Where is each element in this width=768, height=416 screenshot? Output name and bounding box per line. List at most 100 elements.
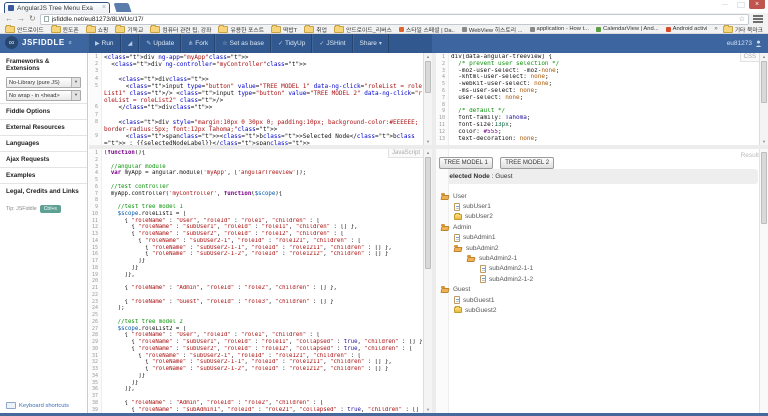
url-text[interactable]: jsfiddle.net/eu81273/8LWUc/17/	[52, 16, 736, 23]
other-bookmarks-folder[interactable]: 기타 북마크	[723, 25, 763, 34]
tree-node[interactable]: subGuest2	[441, 305, 768, 315]
tree-node-label: subAdmin2-1	[479, 255, 517, 262]
tree-node[interactable]: subAdmin1	[441, 233, 768, 243]
tree-node-label: subAdmin2-1-2	[489, 276, 533, 283]
scroll-down-icon[interactable]: ▼	[424, 138, 432, 145]
tree-node[interactable]: subAdmin2-1	[441, 253, 768, 263]
bookmark-item[interactable]: 윈도폰	[51, 25, 79, 34]
toolbar-button-run[interactable]: ▶Run	[88, 34, 121, 53]
framework-select[interactable]: No-Library (pure JS) ▾	[6, 77, 81, 88]
scroll-up-icon[interactable]: ▲	[424, 149, 432, 156]
tab-strip: AngularJS Tree Menu Exa × ×	[0, 0, 768, 13]
bookmark-item[interactable]: 안드로이드	[5, 25, 44, 34]
css-scrollbar[interactable]: ▲ ▼	[759, 53, 768, 145]
tree-node[interactable]: subUser1	[441, 201, 768, 211]
result-scrollbar[interactable]	[759, 149, 768, 413]
code-line: 1(function(){	[89, 150, 424, 157]
tree-node[interactable]: subAdmin2	[441, 243, 768, 253]
html-editor-panel[interactable]: 1<class="t">div ng-app="myApp"class="t">…	[89, 53, 432, 145]
tree-node[interactable]: subUser2	[441, 212, 768, 222]
close-button[interactable]: ×	[749, 0, 765, 9]
bookmarks-bar: 안드로이드 윈도폰 쇼핑 기독교 컴퓨터 관련 팁, 강좌 유용한 포스트 떡밥T 취업 안드로…	[0, 25, 768, 34]
tree-node[interactable]: Admin	[441, 222, 768, 232]
bookmark-item[interactable]: 쇼핑	[86, 25, 109, 34]
tree-model-1-button[interactable]: TREE MODEL 1	[439, 157, 493, 169]
sidebar-section-ajax-requests[interactable]: Ajax Requests	[0, 151, 87, 167]
scroll-thumb[interactable]	[761, 61, 767, 103]
bookmark-item[interactable]: 취업	[304, 25, 327, 34]
js-scrollbar[interactable]: ▲ ▼	[423, 149, 432, 413]
tree-node[interactable]: subGuest1	[441, 295, 768, 305]
bookmark-item[interactable]: 기독교	[115, 25, 143, 34]
toolbar-button-fork[interactable]: ⋔Fork	[181, 34, 215, 53]
keyboard-shortcuts-link[interactable]: Keyboard shortcuts	[6, 402, 69, 409]
user-menu[interactable]: eu81273	[727, 34, 762, 53]
tree-node[interactable]: User	[441, 191, 768, 201]
chrome-menu-icon[interactable]	[753, 15, 763, 23]
line-number: 35	[89, 380, 101, 387]
sidebar-section-legal-credits-and-links[interactable]: Legal, Credits and Links	[0, 183, 87, 199]
scroll-thumb[interactable]	[761, 152, 767, 224]
line-number: 5	[436, 81, 448, 88]
toolbar-button-bars[interactable]: ◢	[121, 34, 140, 53]
css-editor-panel[interactable]: CSS 1div[data-angular-treeview] {2 /* pr…	[436, 53, 768, 145]
minimize-button[interactable]	[717, 0, 733, 9]
tab-close-icon[interactable]: ×	[102, 5, 106, 11]
scroll-thumb[interactable]	[425, 157, 431, 269]
toolbar-button-share[interactable]: Share▾	[353, 34, 389, 53]
url-bar[interactable]: jsfiddle.net/eu81273/8LWUc/17/ ☆	[40, 14, 749, 25]
bookmark-star-icon[interactable]: ☆	[739, 15, 745, 23]
line-number: 33	[89, 366, 101, 373]
bookmark-item[interactable]: 유용한 포스트	[218, 25, 264, 34]
line-number: 29	[89, 339, 101, 346]
bookmark-item[interactable]: 컴퓨터 관련 팁, 강좌	[150, 25, 211, 34]
sidebar-section-examples[interactable]: Examples	[0, 167, 87, 183]
tree-node-label: subAdmin1	[463, 234, 496, 241]
scroll-down-icon[interactable]: ▼	[760, 138, 768, 145]
sidebar-section-frameworks[interactable]: Frameworks & Extensions	[0, 53, 87, 75]
sidebar-section-fiddle-options[interactable]: Fiddle Options	[0, 103, 87, 119]
js-editor-panel[interactable]: JavaScript 1(function(){2 3 //angular mo…	[89, 149, 432, 413]
code-line: 4 -khtml-user-select: none;	[436, 74, 760, 81]
bookmark-item[interactable]: CalendarView | And...	[596, 26, 659, 32]
tree-node[interactable]: Guest	[441, 285, 768, 295]
tree-node[interactable]: subAdmin2-1-2	[441, 274, 768, 284]
bookmark-item[interactable]: application - How t...	[530, 26, 590, 32]
bookmark-item[interactable]: 스타일 스페셜 | Da..	[399, 25, 455, 34]
scroll-up-icon[interactable]: ▲	[760, 53, 768, 60]
sidebar-section-languages[interactable]: Languages	[0, 135, 87, 151]
tree-model-2-button[interactable]: TREE MODEL 2	[500, 157, 554, 169]
bookmark-item[interactable]: WebView 히스토리 ...	[462, 25, 523, 34]
code-line: 26 //test tree model 2	[89, 319, 424, 326]
back-icon[interactable]: ←	[5, 14, 13, 24]
toolbar-button-update[interactable]: ✎Update	[139, 34, 181, 53]
toolbar-button-jshint[interactable]: ✓JSHint	[312, 34, 352, 53]
line-number: 9	[89, 133, 101, 145]
new-tab-button[interactable]	[114, 3, 132, 12]
bookmark-item[interactable]: Android activity for ...	[666, 26, 708, 32]
scroll-thumb[interactable]	[425, 61, 431, 93]
maximize-button[interactable]	[733, 0, 749, 9]
bookmark-item[interactable]: 안드로이드_리버스	[334, 25, 392, 34]
forward-icon[interactable]: →	[17, 14, 25, 24]
code-line: 10 $scope.roleList1 = [	[89, 211, 424, 218]
scroll-down-icon[interactable]: ▼	[424, 406, 432, 413]
line-number: 36	[89, 386, 101, 393]
page-icon	[44, 16, 49, 22]
tree-node[interactable]: subAdmin2-1-1	[441, 264, 768, 274]
wrap-select[interactable]: No wrap - in <head> ▾	[6, 90, 81, 101]
bookmark-item[interactable]: 떡밥T	[271, 25, 297, 34]
code-line: 5 <class="t">input type="button" value="…	[89, 83, 424, 105]
toolbar-button-set-as-base[interactable]: ☆Set as base	[215, 34, 271, 53]
html-scrollbar[interactable]: ▲ ▼	[423, 53, 432, 145]
code-line: 22	[89, 292, 424, 299]
scroll-up-icon[interactable]: ▲	[424, 53, 432, 60]
selected-node-box: Selected Node : Guest	[440, 169, 758, 184]
jsfiddle-logo-icon: ∞	[5, 36, 18, 49]
sidebar-section-external-resources[interactable]: External Resources	[0, 119, 87, 135]
browser-tab[interactable]: AngularJS Tree Menu Exa ×	[4, 2, 110, 13]
bookmarks-overflow-chevron[interactable]: »	[714, 26, 717, 32]
toolbar-button-tidyup[interactable]: ✓TidyUp	[271, 34, 312, 53]
jsfiddle-logo[interactable]: ∞ JSFIDDLE α	[5, 36, 72, 49]
refresh-icon[interactable]: ↻	[29, 14, 36, 24]
